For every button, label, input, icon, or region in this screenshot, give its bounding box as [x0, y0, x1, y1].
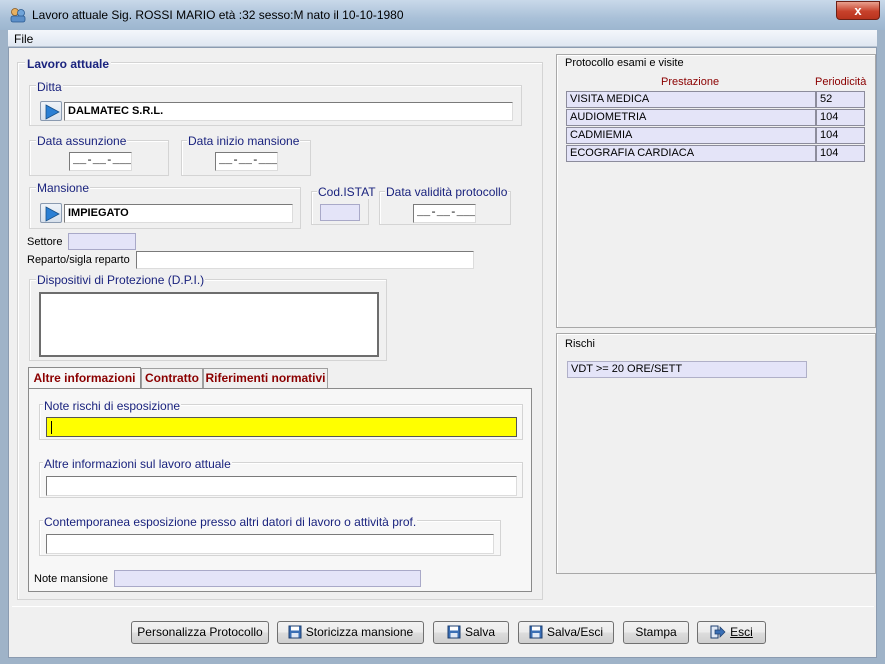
- stampa-label: Stampa: [635, 625, 677, 639]
- reparto-field[interactable]: [136, 251, 474, 269]
- close-icon: x: [854, 3, 862, 18]
- storicizza-label: Storicizza mansione: [305, 625, 414, 639]
- title-bar: Lavoro attuale Sig. ROSSI MARIO età :32 …: [0, 0, 885, 30]
- altre-info-label: Altre informazioni sul lavoro attuale: [43, 457, 232, 471]
- data-inizio-mansione-label: Data inizio mansione: [187, 134, 301, 148]
- mansione-label: Mansione: [36, 181, 91, 195]
- esci-label: Esci: [730, 625, 753, 639]
- note-rischi-field[interactable]: [46, 417, 517, 437]
- personalizza-protocollo-button[interactable]: Personalizza Protocollo: [131, 621, 269, 644]
- reparto-label: Reparto/sigla reparto: [27, 254, 130, 266]
- text-cursor: [51, 421, 52, 434]
- storicizza-mansione-button[interactable]: Storicizza mansione: [277, 621, 424, 644]
- col-periodicita-header: Periodicità: [815, 76, 867, 88]
- salva-esci-label: Salva/Esci: [546, 625, 604, 639]
- settore-label: Settore: [27, 236, 63, 248]
- protocollo-periodicita-cell[interactable]: 104: [816, 145, 865, 162]
- close-button[interactable]: x: [836, 1, 880, 20]
- window-title: Lavoro attuale Sig. ROSSI MARIO età :32 …: [32, 8, 404, 22]
- personalizza-label: Personalizza Protocollo: [137, 625, 263, 639]
- cod-istat-label: Cod.ISTAT: [317, 185, 377, 199]
- mansione-field[interactable]: IMPIEGATO: [64, 204, 293, 223]
- data-assunzione-field[interactable]: __-__-____: [69, 152, 132, 171]
- app-icon: [10, 8, 26, 23]
- floppy-icon: [529, 625, 543, 639]
- contemporanea-field[interactable]: [46, 534, 494, 554]
- data-inizio-mansione-field[interactable]: __-__-____: [215, 152, 278, 171]
- rischi-title: Rischi: [565, 338, 595, 350]
- exit-arrow-icon: [710, 625, 726, 639]
- play-icon: [45, 104, 60, 120]
- protocollo-periodicita-cell[interactable]: 104: [816, 109, 865, 126]
- rischio-item[interactable]: VDT >= 20 ORE/SETT: [567, 361, 807, 378]
- protocollo-prestazione-cell[interactable]: ECOGRAFIA CARDIACA: [566, 145, 816, 162]
- dpi-label: Dispositivi di Protezione (D.P.I.): [36, 273, 206, 287]
- client-area: Lavoro attuale Ditta DALMATEC S.R.L. Dat…: [8, 47, 877, 658]
- col-prestazione-header: Prestazione: [661, 76, 720, 88]
- settore-field[interactable]: [68, 233, 136, 250]
- protocollo-periodicita-cell[interactable]: 52: [816, 91, 865, 108]
- tab-contratto[interactable]: Contratto: [141, 368, 203, 388]
- ditta-select-button[interactable]: [40, 101, 62, 121]
- data-validita-field[interactable]: __-__-____: [413, 204, 476, 223]
- data-validita-label: Data validità protocollo: [385, 185, 509, 199]
- esci-button[interactable]: Esci: [697, 621, 766, 644]
- play-icon: [45, 206, 60, 222]
- data-assunzione-label: Data assunzione: [36, 134, 128, 148]
- note-rischi-label: Note rischi di esposizione: [43, 399, 182, 413]
- stampa-button[interactable]: Stampa: [623, 621, 689, 644]
- tab-altre-informazioni[interactable]: Altre informazioni: [28, 367, 141, 389]
- protocollo-periodicita-cell[interactable]: 104: [816, 127, 865, 144]
- tab-riferimenti-normativi[interactable]: Riferimenti normativi: [203, 368, 328, 388]
- altre-info-field[interactable]: [46, 476, 517, 496]
- ditta-field[interactable]: DALMATEC S.R.L.: [64, 102, 513, 121]
- floppy-icon: [288, 625, 302, 639]
- protocollo-prestazione-cell[interactable]: VISITA MEDICA: [566, 91, 816, 108]
- menu-file[interactable]: File: [14, 32, 33, 46]
- salva-esci-button[interactable]: Salva/Esci: [518, 621, 614, 644]
- lavoro-attuale-heading: Lavoro attuale: [25, 57, 112, 71]
- salva-button[interactable]: Salva: [433, 621, 509, 644]
- mansione-select-button[interactable]: [40, 203, 62, 223]
- cod-istat-field[interactable]: [320, 204, 360, 221]
- button-bar-divider: [12, 606, 874, 607]
- floppy-icon: [447, 625, 461, 639]
- menu-bar: File: [8, 30, 877, 47]
- note-mansione-label: Note mansione: [34, 573, 108, 585]
- protocollo-prestazione-cell[interactable]: CADMIEMIA: [566, 127, 816, 144]
- protocollo-title: Protocollo esami e visite: [565, 57, 684, 69]
- dpi-textarea[interactable]: [39, 292, 379, 357]
- ditta-label: Ditta: [36, 80, 63, 94]
- note-mansione-field[interactable]: [114, 570, 421, 587]
- salva-label: Salva: [464, 625, 496, 639]
- contemporanea-label: Contemporanea esposizione presso altri d…: [43, 515, 418, 529]
- protocollo-prestazione-cell[interactable]: AUDIOMETRIA: [566, 109, 816, 126]
